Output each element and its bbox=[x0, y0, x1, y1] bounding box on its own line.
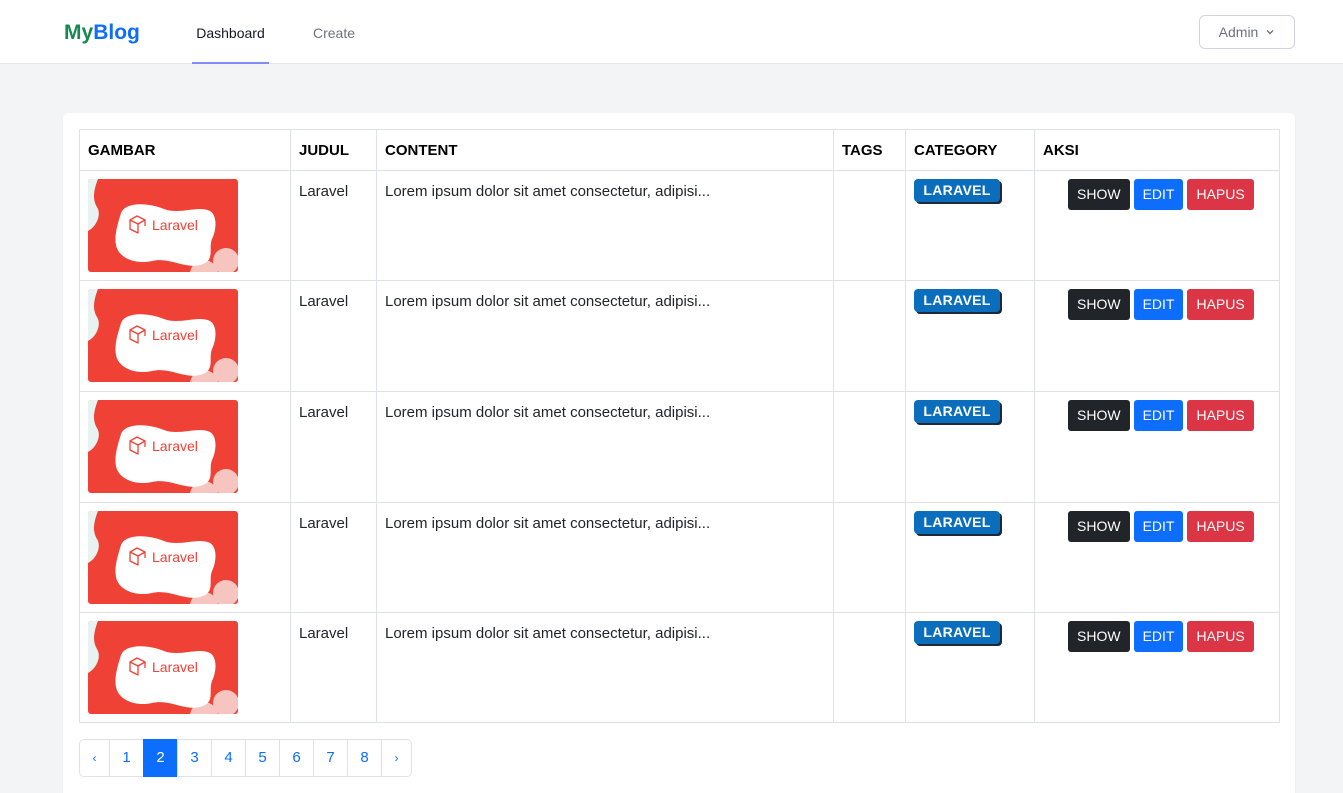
page-link-6[interactable]: 6 bbox=[279, 739, 314, 777]
page-link-3[interactable]: 3 bbox=[177, 739, 212, 777]
pagination-next[interactable]: › bbox=[381, 739, 412, 777]
edit-button[interactable]: EDIT bbox=[1133, 289, 1184, 320]
thumbnail-label: Laravel bbox=[152, 549, 198, 565]
edit-button[interactable]: EDIT bbox=[1133, 179, 1184, 210]
category-badge: LARAVEL bbox=[914, 179, 1000, 202]
brand-part-my: My bbox=[64, 21, 94, 44]
header-aksi: AKSI bbox=[1034, 129, 1280, 171]
brand-part-blog: Blog bbox=[93, 21, 140, 44]
cell-aksi: SHOW EDIT HAPUS bbox=[1034, 391, 1280, 503]
cell-gambar: Laravel bbox=[79, 502, 291, 613]
page-link-8[interactable]: 8 bbox=[347, 739, 382, 777]
hapus-button[interactable]: HAPUS bbox=[1187, 621, 1254, 652]
hapus-button[interactable]: HAPUS bbox=[1187, 179, 1254, 210]
cell-tags bbox=[833, 502, 906, 613]
header-content: CONTENT bbox=[376, 129, 834, 171]
cell-content: Lorem ipsum dolor sit amet consectetur, … bbox=[376, 391, 834, 503]
cell-category: LARAVEL bbox=[905, 391, 1035, 503]
post-thumbnail: Laravel bbox=[88, 289, 238, 382]
table-row: Laravel Laravel Lorem ipsum dolor sit am… bbox=[79, 170, 1280, 281]
table-row: Laravel Laravel Lorem ipsum dolor sit am… bbox=[79, 502, 1280, 613]
cell-gambar: Laravel bbox=[79, 170, 291, 281]
table-row: Laravel Laravel Lorem ipsum dolor sit am… bbox=[79, 280, 1280, 392]
brand-logo[interactable]: MyBlog bbox=[64, 20, 140, 46]
hapus-button[interactable]: HAPUS bbox=[1187, 511, 1254, 542]
header-judul: JUDUL bbox=[290, 129, 377, 171]
cell-aksi: SHOW EDIT HAPUS bbox=[1034, 612, 1280, 723]
thumbnail-label: Laravel bbox=[152, 217, 198, 233]
cell-content: Lorem ipsum dolor sit amet consectetur, … bbox=[376, 612, 834, 723]
post-thumbnail: Laravel bbox=[88, 621, 238, 714]
pagination-prev[interactable]: ‹ bbox=[79, 739, 110, 777]
cell-category: LARAVEL bbox=[905, 170, 1035, 281]
category-badge: LARAVEL bbox=[914, 621, 1000, 644]
hapus-button[interactable]: HAPUS bbox=[1187, 400, 1254, 431]
page-link-4[interactable]: 4 bbox=[211, 739, 246, 777]
cell-tags bbox=[833, 280, 906, 392]
page-link-1[interactable]: 1 bbox=[109, 739, 144, 777]
thumbnail-label: Laravel bbox=[152, 659, 198, 675]
cell-aksi: SHOW EDIT HAPUS bbox=[1034, 502, 1280, 613]
show-button[interactable]: SHOW bbox=[1068, 621, 1130, 652]
cell-aksi: SHOW EDIT HAPUS bbox=[1034, 280, 1280, 392]
show-button[interactable]: SHOW bbox=[1068, 179, 1130, 210]
show-button[interactable]: SHOW bbox=[1068, 400, 1130, 431]
cell-tags bbox=[833, 612, 906, 723]
nav-dashboard[interactable]: Dashboard bbox=[192, 0, 269, 64]
page-link-5[interactable]: 5 bbox=[245, 739, 280, 777]
posts-table: GAMBAR JUDUL CONTENT TAGS CATEGORY AKSI bbox=[79, 129, 1280, 723]
post-thumbnail: Laravel bbox=[88, 400, 238, 493]
thumbnail-label: Laravel bbox=[152, 327, 198, 343]
post-thumbnail: Laravel bbox=[88, 511, 238, 604]
cell-content: Lorem ipsum dolor sit amet consectetur, … bbox=[376, 170, 834, 281]
cell-category: LARAVEL bbox=[905, 280, 1035, 392]
cell-aksi: SHOW EDIT HAPUS bbox=[1034, 170, 1280, 281]
cell-content: Lorem ipsum dolor sit amet consectetur, … bbox=[376, 502, 834, 613]
hapus-button[interactable]: HAPUS bbox=[1187, 289, 1254, 320]
cell-gambar: Laravel bbox=[79, 612, 291, 723]
chevron-down-icon bbox=[1266, 30, 1274, 35]
cell-gambar: Laravel bbox=[79, 280, 291, 392]
table-row: Laravel Laravel Lorem ipsum dolor sit am… bbox=[79, 391, 1280, 503]
edit-button[interactable]: EDIT bbox=[1133, 400, 1184, 431]
cell-content: Lorem ipsum dolor sit amet consectetur, … bbox=[376, 280, 834, 392]
post-thumbnail: Laravel bbox=[88, 179, 238, 272]
pagination: ‹ 1 2 3 4 5 6 7 8 › bbox=[79, 739, 412, 777]
thumbnail-label: Laravel bbox=[152, 438, 198, 454]
header-tags: TAGS bbox=[833, 129, 906, 171]
cell-category: LARAVEL bbox=[905, 502, 1035, 613]
cell-judul: Laravel bbox=[290, 502, 377, 613]
cell-gambar: Laravel bbox=[79, 391, 291, 503]
cell-tags bbox=[833, 170, 906, 281]
edit-button[interactable]: EDIT bbox=[1133, 621, 1184, 652]
cell-judul: Laravel bbox=[290, 280, 377, 392]
user-menu-button[interactable]: Admin bbox=[1199, 15, 1295, 49]
table-row: Laravel Laravel Lorem ipsum dolor sit am… bbox=[79, 612, 1280, 723]
show-button[interactable]: SHOW bbox=[1068, 289, 1130, 320]
category-badge: LARAVEL bbox=[914, 400, 1000, 423]
category-badge: LARAVEL bbox=[914, 511, 1000, 534]
cell-category: LARAVEL bbox=[905, 612, 1035, 723]
edit-button[interactable]: EDIT bbox=[1133, 511, 1184, 542]
page-link-2-current[interactable]: 2 bbox=[143, 739, 178, 777]
cell-judul: Laravel bbox=[290, 612, 377, 723]
page-link-7[interactable]: 7 bbox=[313, 739, 348, 777]
category-badge: LARAVEL bbox=[914, 289, 1000, 312]
user-name: Admin bbox=[1218, 24, 1259, 40]
show-button[interactable]: SHOW bbox=[1068, 511, 1130, 542]
header-gambar: GAMBAR bbox=[79, 129, 291, 171]
nav-create[interactable]: Create bbox=[306, 0, 362, 64]
cell-judul: Laravel bbox=[290, 170, 377, 281]
top-navbar: MyBlog Dashboard Create Admin bbox=[0, 0, 1343, 64]
header-category: CATEGORY bbox=[905, 129, 1035, 171]
table-header-row: GAMBAR JUDUL CONTENT TAGS CATEGORY AKSI bbox=[79, 129, 1280, 171]
cell-tags bbox=[833, 391, 906, 503]
cell-judul: Laravel bbox=[290, 391, 377, 503]
